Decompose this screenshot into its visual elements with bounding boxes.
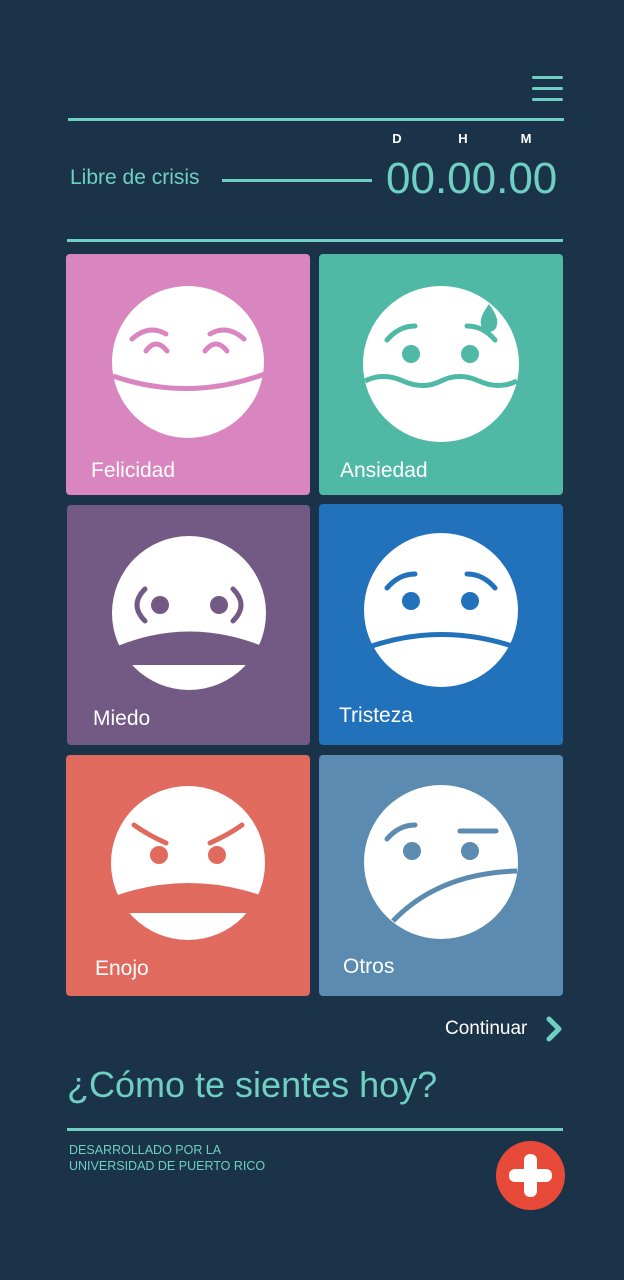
timer-unit-hours: H [458, 131, 468, 146]
emotion-tile-otros[interactable]: Otros [319, 755, 563, 996]
timer-divider [67, 239, 563, 242]
crisis-free-label: Libre de crisis [70, 166, 200, 189]
add-button[interactable] [496, 1141, 565, 1210]
emotion-label-otros: Otros [343, 955, 395, 978]
developer-credit-line2: UNIVERSIDAD DE PUERTO RICO [69, 1159, 266, 1173]
footer-divider [67, 1128, 563, 1131]
emotion-label-felicidad: Felicidad [91, 459, 176, 482]
emotion-label-enojo: Enojo [95, 957, 149, 980]
hamburger-menu-icon[interactable] [532, 76, 564, 104]
emotion-label-miedo: Miedo [93, 707, 151, 730]
emotion-tile-felicidad[interactable]: Felicidad [66, 254, 310, 495]
timer-unit-minutes: M [520, 131, 532, 146]
chevron-right-icon [546, 1016, 562, 1042]
developer-credit: DESARROLLADO POR LA UNIVERSIDAD DE PUERT… [69, 1142, 265, 1174]
plus-icon [509, 1154, 552, 1197]
mood-question: ¿Cómo te sientes hoy? [67, 1064, 438, 1105]
emotion-tile-ansiedad[interactable]: Ansiedad [319, 254, 563, 495]
crisis-label-line [222, 179, 372, 182]
emotion-label-tristeza: Tristeza [339, 704, 413, 727]
timer-unit-days: D [392, 131, 402, 146]
emotion-label-ansiedad: Ansiedad [340, 459, 428, 482]
top-divider [68, 118, 564, 121]
developer-credit-line1: DESARROLLADO POR LA [69, 1143, 222, 1157]
emotion-tile-tristeza[interactable]: Tristeza [319, 504, 563, 745]
emotion-tile-enojo[interactable]: Enojo [66, 755, 310, 996]
emotion-tile-miedo[interactable]: Miedo [67, 505, 310, 745]
continue-label: Continuar [445, 1018, 528, 1039]
crisis-free-timer: 00.00.00 [386, 154, 558, 203]
